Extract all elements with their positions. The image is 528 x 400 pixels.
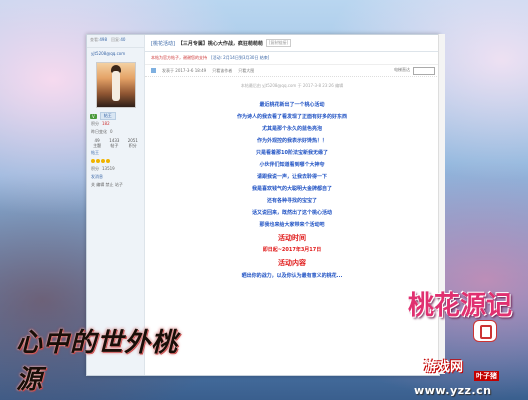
author-name[interactable]: yjt5208@qq.com xyxy=(87,48,144,59)
post-body: 最近桃花新出了一个桃心活动 作为诗人的我去看了看发现了正面有好多的好东西 尤其是… xyxy=(145,99,439,282)
daily-change-value: 0 xyxy=(110,129,113,134)
post-icon xyxy=(151,68,156,73)
only-images-link[interactable]: 只看大图 xyxy=(238,68,254,74)
views-label: 查看: xyxy=(90,37,100,42)
post-line: 小伙伴们知道看到哪个大神夸 xyxy=(259,162,325,168)
floor-jump-label: 电梯直达 xyxy=(394,67,410,72)
post-meta: 发表于 2017-3-6 18:49 只看该作者 只看大图 电梯直达 xyxy=(145,65,439,77)
right-game-logo: 桃花源记 xyxy=(408,291,513,321)
post-line: 还有各种寻找的宝宝了 xyxy=(266,198,317,204)
star-icon xyxy=(96,159,100,163)
thread-category[interactable]: [桃花活动] xyxy=(151,40,175,47)
star-icon xyxy=(91,159,95,163)
vip-badge: V xyxy=(90,113,97,119)
star-icon xyxy=(101,159,105,163)
rank-title: 帖王 xyxy=(91,150,99,155)
views-count: 498 xyxy=(99,37,107,42)
stat-threads-label: 主题 xyxy=(93,143,102,148)
points-label: 积分 xyxy=(91,121,99,126)
send-message-link[interactable]: 发消息 xyxy=(87,173,144,181)
post-notice: 本帖为官方帖子，谢谢您的支持 [活动: 2月14日到3月30日 结束] xyxy=(145,52,439,65)
stat-points-label: 积分 xyxy=(128,143,137,148)
event-time-heading: 活动时间 xyxy=(278,234,306,242)
post-line: 只是看着那10阶法宝新我无缘了 xyxy=(256,150,328,156)
post-line: 我是喜欢钱气的大聪明大金牌都自了 xyxy=(251,186,332,192)
stat-points[interactable]: 2051 积分 xyxy=(128,138,138,149)
post-line: 作为外观控的我表示好馋热！！ xyxy=(256,138,327,144)
replies-count: 40 xyxy=(120,37,126,42)
notice-left: 本帖为官方帖子，谢谢您的支持 xyxy=(151,55,207,60)
user-stats: 49 主题 1433 帖子 2051 积分 xyxy=(87,136,144,149)
daily-change-label: 昨日变化 xyxy=(91,129,107,134)
user-badges: V 帖王 xyxy=(90,112,141,120)
floating-app-button[interactable] xyxy=(473,320,497,342)
view-reply-counts: 查看:498 回复:40 xyxy=(87,35,144,48)
site-url: www.yzz.cn xyxy=(414,384,492,397)
event-content-heading: 活动内容 xyxy=(278,259,306,267)
notice-right[interactable]: [活动: 2月14日到3月30日 结束] xyxy=(211,55,269,61)
post-line: 那我也来给大家带来个活动吧 xyxy=(259,222,325,228)
floor-jump-input[interactable] xyxy=(413,67,435,75)
level-badge: 帖王 xyxy=(99,112,116,120)
stat-posts-label: 帖子 xyxy=(110,143,119,148)
post-line: 尤其是那个永久的蓝色亮泡 xyxy=(261,126,322,132)
post-date: 发表于 2017-3-6 18:49 xyxy=(162,67,207,73)
points-value: 182 xyxy=(102,121,110,126)
money-label: 积分 xyxy=(91,166,99,171)
money-row: 积分 13519 xyxy=(87,165,144,173)
rank-stars xyxy=(87,157,144,165)
event-time-value: 即日起~2017年3月17日 xyxy=(262,247,322,253)
avatar-figure xyxy=(111,71,120,101)
stat-threads[interactable]: 49 主题 xyxy=(93,138,101,149)
thread-title: 【三月专属】桃心大作战，疯狂萌萌萌 xyxy=(177,40,263,47)
post-line: 最近桃花新出了一个桃心活动 xyxy=(259,102,325,108)
only-author-link[interactable]: 只看该作者 xyxy=(212,68,232,74)
post-line: 作为诗人的我去看了看发现了正面有好多的好东西 xyxy=(236,114,347,120)
post-line: 话又说回来，既然出了这个桃心活动 xyxy=(251,210,332,216)
floor-jump: 电梯直达 xyxy=(394,67,435,75)
stat-posts[interactable]: 1433 帖子 xyxy=(109,138,119,149)
site-logo: 游戏网 xyxy=(424,360,464,375)
copy-link-button[interactable]: [复制链接] xyxy=(265,39,292,47)
star-icon xyxy=(106,159,110,163)
replies-label: 回复: xyxy=(111,37,121,42)
points-row: 积分 182 xyxy=(87,120,144,128)
thread-title-bar: [桃花活动] 【三月专属】桃心大作战，疯狂萌萌萌 [复制链接] xyxy=(145,35,439,52)
post-line: 晒出你的战力，以及你认为最有意义的桃花... xyxy=(241,273,343,279)
post-line: 请跟我说一声，让我去聆得一下 xyxy=(256,174,327,180)
money-value: 13519 xyxy=(102,166,115,171)
author-actions[interactable]: 关 编辑 禁止 站子 xyxy=(87,181,144,189)
avatar[interactable] xyxy=(95,62,136,108)
daily-change-row: 昨日变化 0 xyxy=(87,128,144,136)
edit-note: 本帖最后由 yjt5208@qq.com 于 2017-3-8 23:26 编辑 xyxy=(240,83,344,88)
site-logo-sub: 叶子猪 xyxy=(474,371,499,381)
left-game-logo: 心中的世外桃源 xyxy=(16,328,179,395)
